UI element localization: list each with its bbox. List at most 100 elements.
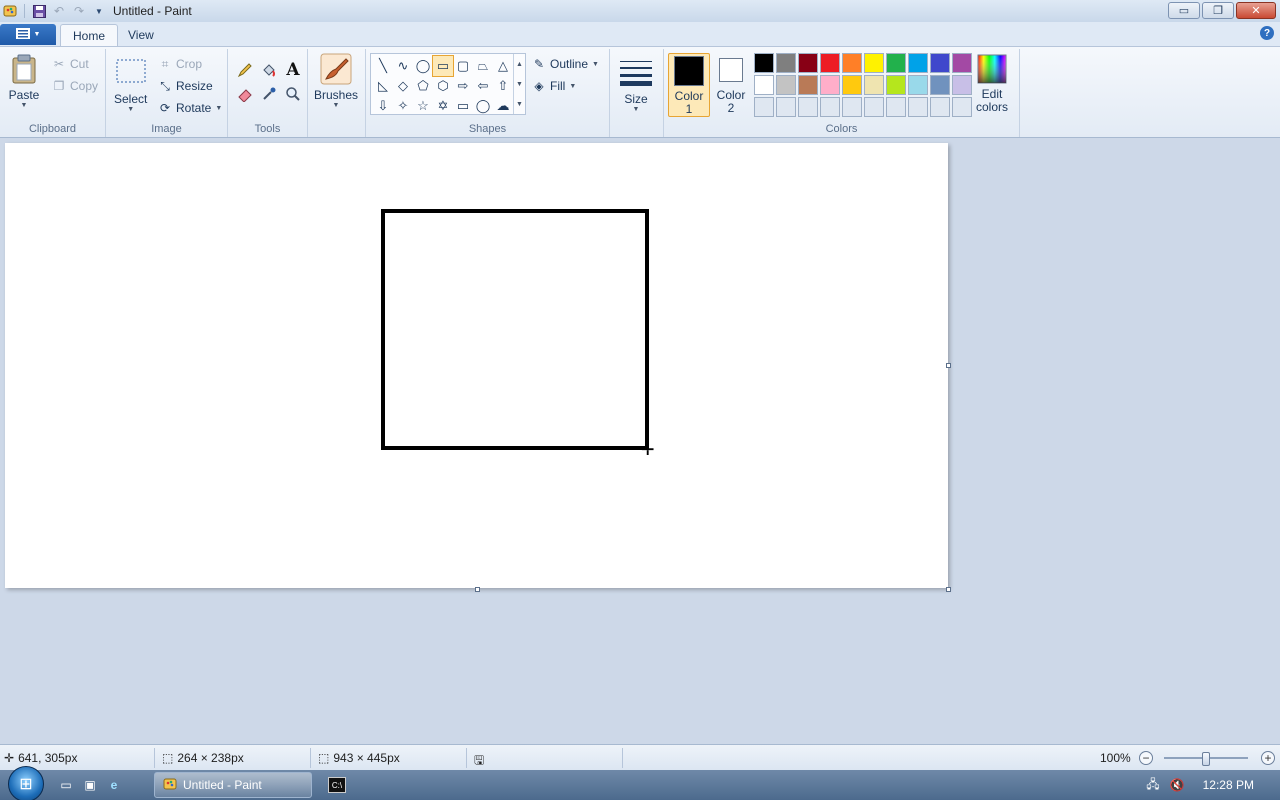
save-icon[interactable] [31,3,47,19]
redo-icon[interactable]: ↷ [71,3,87,19]
color-swatch[interactable] [908,97,928,117]
shape-hexagon-icon[interactable]: ⬡ [433,76,453,96]
zoom-out-button[interactable]: − [1139,751,1153,765]
color-swatch[interactable] [864,75,884,95]
undo-icon[interactable]: ↶ [51,3,67,19]
scroll-down-icon[interactable]: ▼ [516,81,523,88]
color-swatch[interactable] [776,75,796,95]
start-button[interactable]: ⊞ [8,766,44,800]
shape-right-triangle-icon[interactable]: ◺ [373,76,393,96]
resize-button[interactable]: ⤡ Resize [158,77,213,95]
paint-menu-button[interactable]: ▼ [0,24,56,45]
cut-button[interactable]: ✂ Cut [52,55,89,73]
shape-oval-callout-icon[interactable]: ◯ [473,96,493,116]
color-swatch[interactable] [952,97,972,117]
color-swatch[interactable] [820,53,840,73]
color-swatch[interactable] [776,97,796,117]
fill-bucket-icon[interactable] [258,59,280,81]
color-swatch[interactable] [842,53,862,73]
shape-polygon-icon[interactable]: ⏢ [473,56,493,76]
color-swatch[interactable] [886,97,906,117]
drawing-canvas[interactable]: ✛ [5,143,948,588]
color-2-button[interactable]: Color 2 [710,53,752,117]
outline-button[interactable]: ✎ Outline ▼ [532,55,599,73]
color-swatch[interactable] [930,53,950,73]
color-swatch[interactable] [886,75,906,95]
color-swatch[interactable] [820,75,840,95]
brushes-button[interactable]: Brushes ▼ [314,53,358,109]
color-picker-icon[interactable] [258,83,280,105]
edit-colors-button[interactable]: Edit colors [976,53,1008,114]
color-swatch[interactable] [798,53,818,73]
crop-button[interactable]: ⌗ Crop [158,55,202,73]
color-swatch[interactable] [798,97,818,117]
copy-button[interactable]: ❐ Copy [52,77,98,95]
expand-gallery-icon[interactable]: ▼ [516,101,523,108]
explorer-icon[interactable]: ▣ [82,777,98,793]
color-swatch[interactable] [908,53,928,73]
zoom-in-button[interactable]: + [1261,751,1275,765]
volume-muted-icon[interactable]: 🔇 [1170,778,1185,792]
shape-pentagon-icon[interactable]: ⬠ [413,76,433,96]
color-swatch[interactable] [930,97,950,117]
rotate-button[interactable]: ⟳ Rotate ▼ [158,99,222,117]
command-prompt-icon[interactable]: C:\ [328,777,346,793]
shape-rounded-rectangle-icon[interactable]: ▢ [453,56,473,76]
network-icon[interactable]: 🖧 [1146,775,1159,796]
color-swatch[interactable] [754,53,774,73]
canvas-resize-handle-corner[interactable] [946,587,951,592]
tab-view[interactable]: View [116,24,166,46]
shape-left-arrow-icon[interactable]: ⇦ [473,76,493,96]
shape-oval-icon[interactable]: ◯ [413,56,433,76]
color-1-button[interactable]: Color 1 [668,53,710,117]
shape-up-arrow-icon[interactable]: ⇧ [493,76,513,96]
pencil-icon[interactable] [234,59,256,81]
color-swatch[interactable] [754,75,774,95]
shape-cloud-callout-icon[interactable]: ☁ [493,96,513,116]
zoom-slider-thumb[interactable] [1202,752,1210,766]
color-swatch[interactable] [952,75,972,95]
clock[interactable]: 12:28 PM [1203,778,1254,792]
color-swatch[interactable] [864,97,884,117]
shape-diamond-icon[interactable]: ◇ [393,76,413,96]
color-swatch[interactable] [952,53,972,73]
color-swatch[interactable] [842,97,862,117]
shape-triangle-icon[interactable]: △ [493,56,513,76]
shapes-scrollbar[interactable]: ▲ ▼ ▼ [513,54,525,114]
color-swatch[interactable] [798,75,818,95]
shape-four-point-star-icon[interactable]: ✧ [393,96,413,116]
color-swatch[interactable] [886,53,906,73]
shape-curve-icon[interactable]: ∿ [393,56,413,76]
color-swatch[interactable] [820,97,840,117]
color-swatch[interactable] [842,75,862,95]
magnifier-icon[interactable] [282,83,304,105]
eraser-icon[interactable] [234,83,256,105]
close-button[interactable]: ✕ [1236,2,1276,19]
fill-button[interactable]: ◈ Fill ▼ [532,77,576,95]
color-swatch[interactable] [776,53,796,73]
canvas-resize-handle-bottom[interactable] [475,587,480,592]
shape-rectangle-icon[interactable]: ▭ [432,55,454,77]
canvas-resize-handle-right[interactable] [946,363,951,368]
shape-line-icon[interactable]: ╲ [373,56,393,76]
color-swatch[interactable] [930,75,950,95]
shape-right-arrow-icon[interactable]: ⇨ [453,76,473,96]
help-icon[interactable]: ? [1260,26,1274,40]
shape-down-arrow-icon[interactable]: ⇩ [373,96,393,116]
paint-app-icon[interactable] [2,3,18,19]
drawn-rectangle[interactable] [381,209,649,450]
shape-six-point-star-icon[interactable]: ✡ [433,96,453,116]
scroll-up-icon[interactable]: ▲ [516,61,523,68]
customize-qat-icon[interactable]: ▼ [91,3,107,19]
tab-home[interactable]: Home [60,24,119,46]
color-swatch[interactable] [908,75,928,95]
paste-button[interactable]: Paste ▼ [8,53,40,109]
color-swatch[interactable] [754,97,774,117]
restore-button[interactable]: ❐ [1202,2,1234,19]
color-swatch[interactable] [864,53,884,73]
internet-explorer-icon[interactable]: e [106,777,122,793]
select-button[interactable]: Select ▼ [114,57,147,113]
shape-five-point-star-icon[interactable]: ☆ [413,96,433,116]
show-desktop-icon[interactable]: ▭ [58,777,74,793]
shape-rounded-callout-icon[interactable]: ▭ [453,96,473,116]
